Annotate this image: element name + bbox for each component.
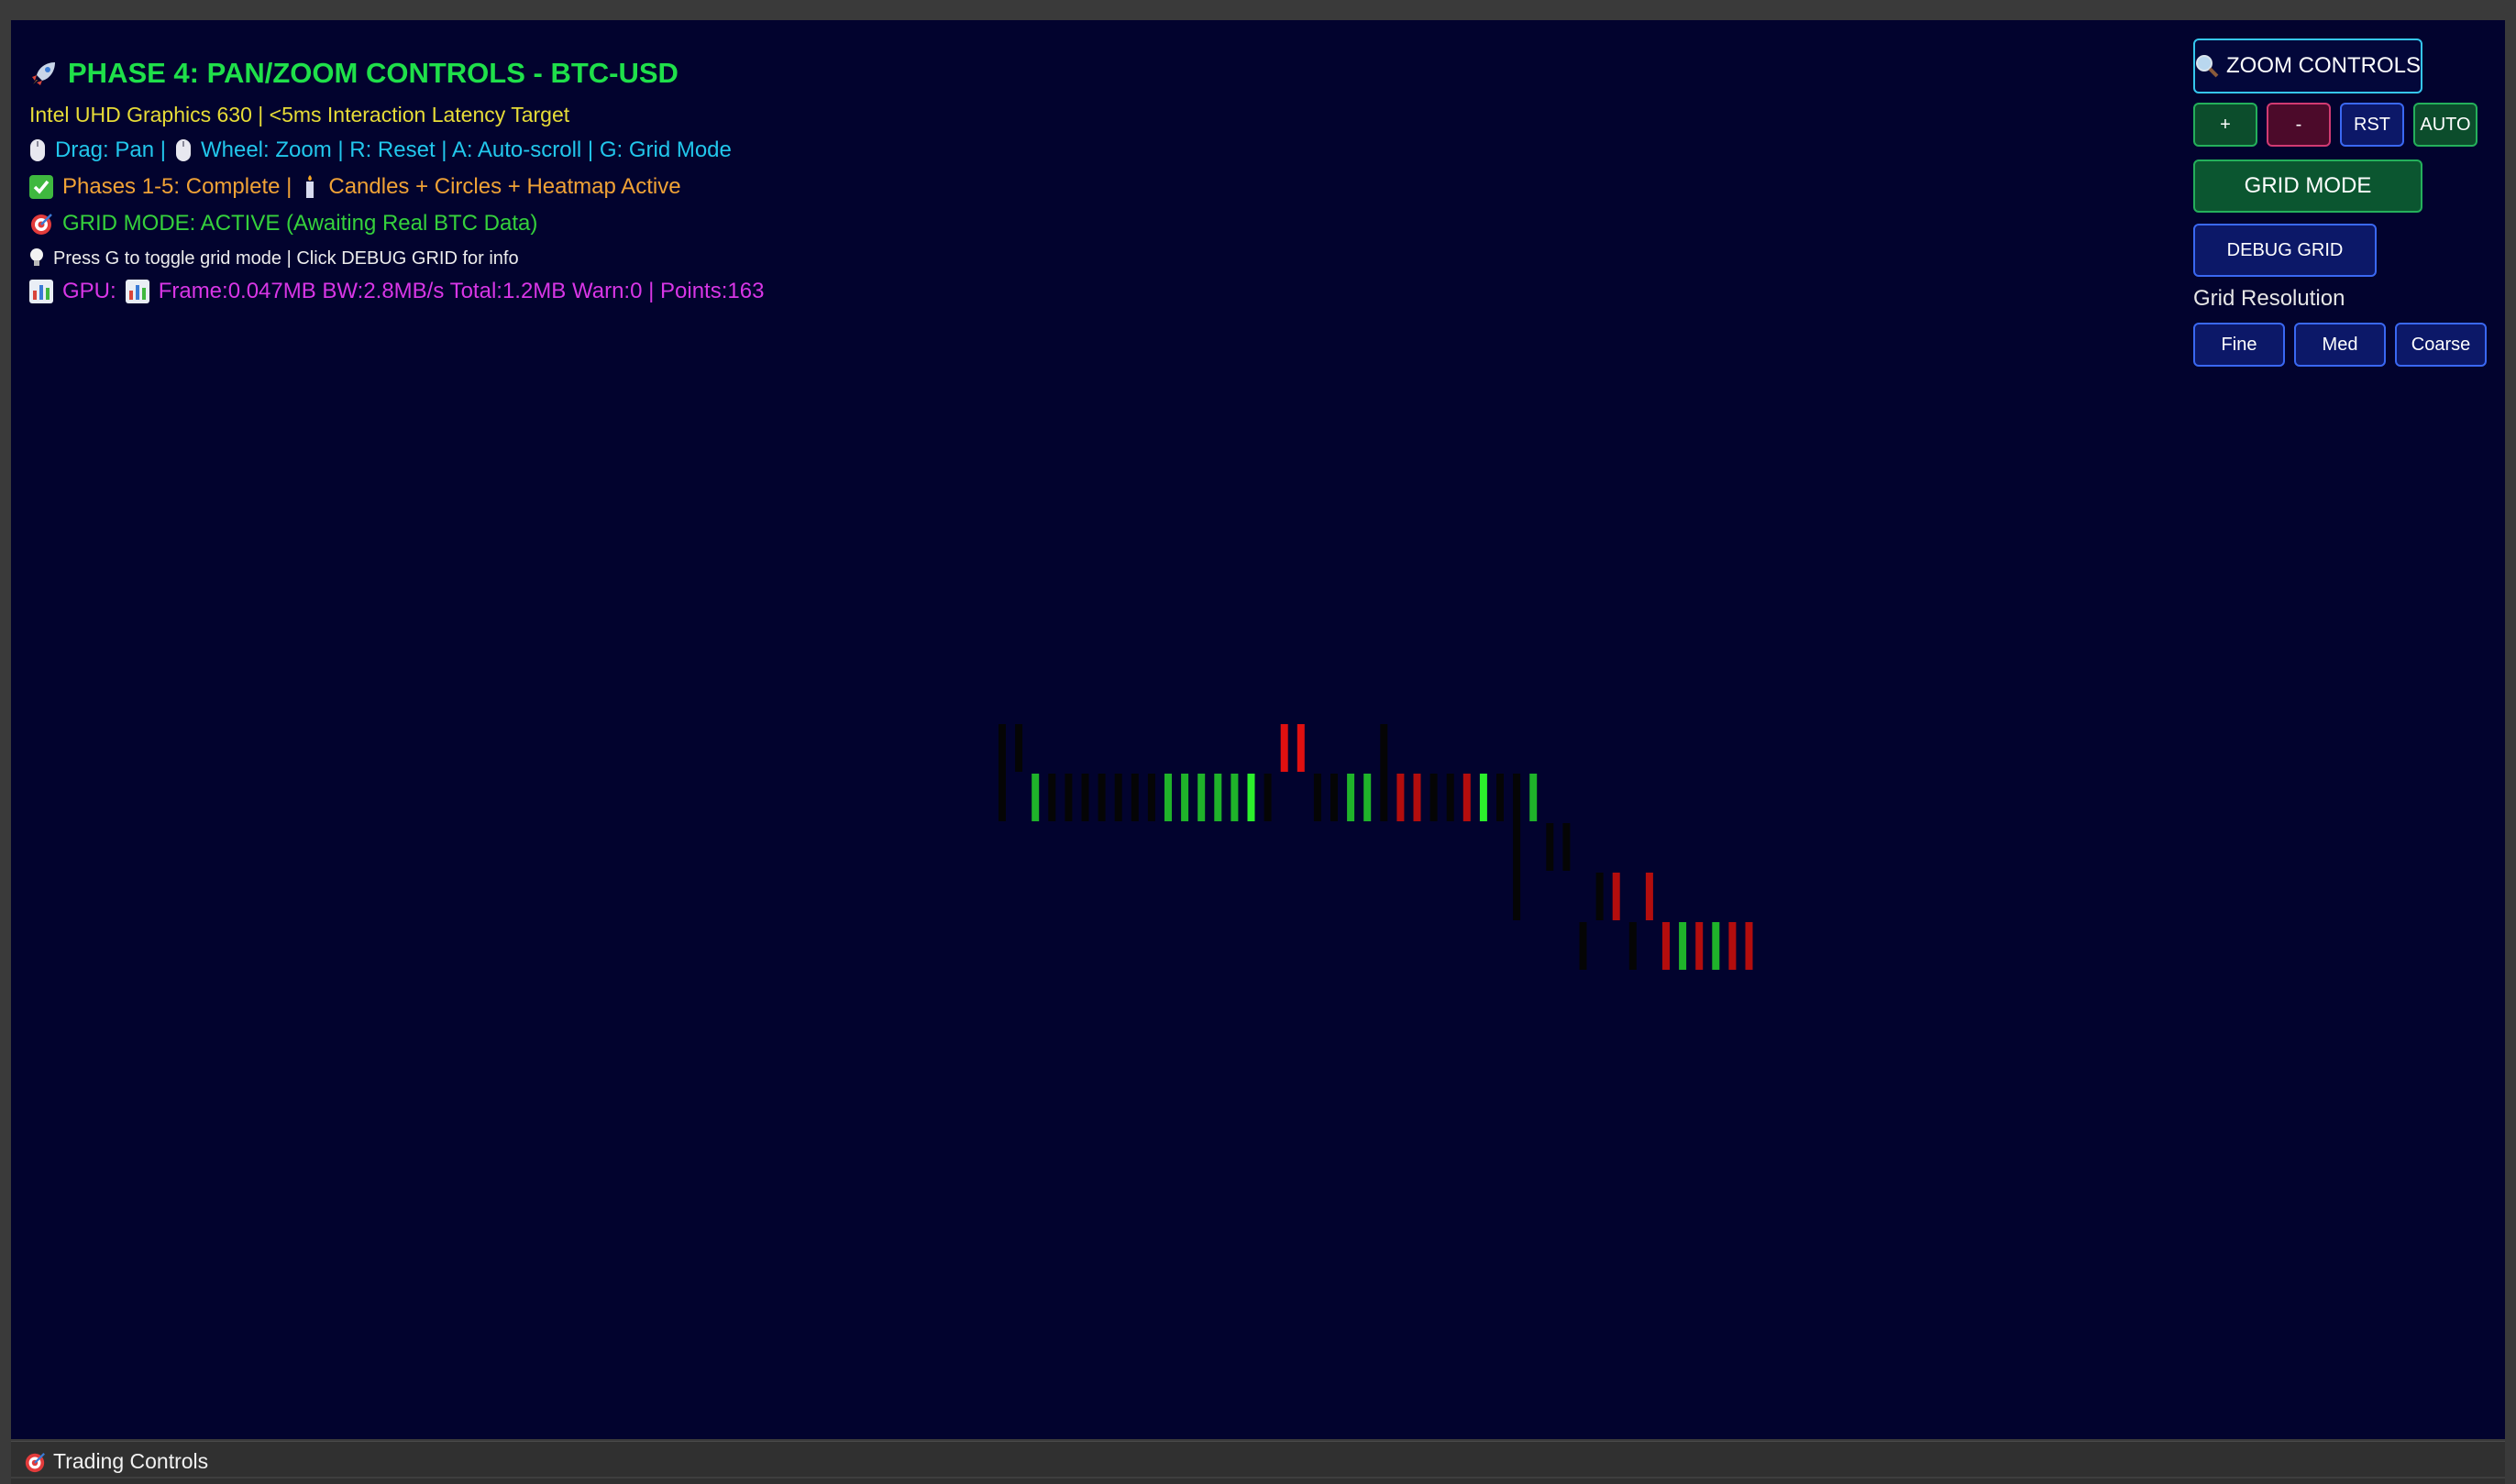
heatmap-cell: [1396, 774, 1405, 821]
heatmap-cell: [1595, 873, 1604, 920]
gpu-label: GPU:: [62, 279, 116, 303]
heatmap-cell: [1098, 774, 1106, 821]
heatmap-cell: [1264, 774, 1272, 821]
resolution-med-button[interactable]: Med: [2294, 323, 2386, 367]
heatmap-cell: [1081, 774, 1089, 821]
page-title: PHASE 4: PAN/ZOOM CONTROLS - BTC-USD: [29, 57, 679, 90]
heatmap-cell: [1230, 774, 1239, 821]
heatmap-cell: [1197, 774, 1206, 821]
mouse-icon: [175, 138, 192, 162]
heatmap-cell: [1462, 774, 1471, 821]
target-icon: [29, 212, 53, 236]
heatmap-cell: [1363, 774, 1372, 821]
zoom-controls-label: ZOOM CONTROLS: [2226, 53, 2422, 78]
debug-grid-button[interactable]: DEBUG GRID: [2193, 224, 2377, 277]
gpu-stats: GPU: Frame:0.047MB BW:2.8MB/s Total:1.2M…: [29, 279, 764, 304]
zoom-in-button[interactable]: +: [2193, 103, 2257, 147]
gpu-stats-text: Frame:0.047MB BW:2.8MB/s Total:1.2MB War…: [158, 279, 765, 303]
heatmap-cell: [1247, 774, 1255, 821]
heatmap-cell: [999, 724, 1006, 821]
heatmap-cell: [1479, 774, 1487, 821]
heatmap-cell: [1513, 774, 1521, 920]
heatmap-cell: [1032, 774, 1040, 821]
zoom-controls-button[interactable]: ZOOM CONTROLS: [2193, 38, 2422, 93]
zoom-out-button[interactable]: -: [2267, 103, 2331, 147]
heatmap-cell: [1413, 774, 1421, 821]
heatmap-cell: [1313, 774, 1321, 821]
auto-scroll-button[interactable]: AUTO: [2413, 103, 2477, 147]
heatmap-cell: [1114, 774, 1122, 821]
heatmap-cell: [1131, 774, 1139, 821]
chart-viewport[interactable]: PHASE 4: PAN/ZOOM CONTROLS - BTC-USD Int…: [11, 20, 2505, 1439]
heatmap-cell: [1662, 922, 1670, 970]
check-mark-icon: [29, 175, 53, 199]
heatmap-cell: [1529, 774, 1538, 821]
heatmap-cell: [1164, 774, 1172, 821]
phases-text: Phases 1-5: Complete |: [62, 174, 292, 199]
mouse-icon: [29, 138, 46, 162]
grid-mode-status: GRID MODE: ACTIVE (Awaiting Real BTC Dat…: [29, 211, 537, 236]
resolution-fine-button[interactable]: Fine: [2193, 323, 2285, 367]
heatmap-cell: [1015, 724, 1023, 772]
reset-button[interactable]: RST: [2340, 103, 2404, 147]
heatmap-cell: [1446, 774, 1454, 821]
grid-resolution-label: Grid Resolution: [2193, 286, 2345, 311]
heatmap-cell: [1429, 774, 1438, 821]
heatmap-cell: [1628, 922, 1637, 970]
resolution-coarse-button[interactable]: Coarse: [2395, 323, 2487, 367]
trading-controls-toggle[interactable]: Trading Controls: [24, 1449, 208, 1474]
heatmap-cell: [1147, 774, 1155, 821]
heatmap-cell: [1645, 873, 1653, 920]
heatmap-cell: [1065, 774, 1073, 821]
heatmap-cell: [1496, 774, 1504, 821]
heatmap-cell: [1612, 873, 1620, 920]
drag-hint: Drag: Pan |: [55, 137, 166, 162]
heatmap-cell: [1712, 922, 1720, 970]
grid-status-text: GRID MODE: ACTIVE (Awaiting Real BTC Dat…: [62, 211, 538, 236]
heatmap-cell: [1048, 774, 1056, 821]
heatmap-cell: [1214, 774, 1222, 821]
wheel-hint: Wheel: Zoom | R: Reset | A: Auto-scroll …: [200, 137, 732, 162]
heatmap-cell: [1546, 823, 1554, 871]
heatmap-cell: [1347, 774, 1355, 821]
candle-icon: [301, 174, 319, 200]
divider: [11, 1477, 2505, 1479]
heatmap-cell: [1330, 774, 1338, 821]
rocket-icon: [29, 59, 59, 88]
target-icon: [24, 1451, 46, 1473]
heatmap-cell: [1280, 724, 1288, 772]
gpu-subtitle: Intel UHD Graphics 630 | <5ms Interactio…: [29, 103, 570, 126]
heatmap-cell: [1181, 774, 1189, 821]
controls-hint: Drag: Pan | Wheel: Zoom | R: Reset | A: …: [29, 137, 732, 163]
heatmap-cell: [1562, 823, 1571, 871]
heatmap-cell: [1728, 922, 1737, 970]
trading-controls-label: Trading Controls: [53, 1449, 209, 1473]
tip-text: Press G to toggle grid mode | Click DEBU…: [53, 247, 519, 269]
heatmap-cell: [1297, 724, 1305, 772]
grid-mode-button[interactable]: GRID MODE: [2193, 159, 2422, 213]
magnifier-icon: [2195, 54, 2219, 78]
layers-text: Candles + Circles + Heatmap Active: [328, 174, 681, 199]
phases-status: Phases 1-5: Complete | Candles + Circles…: [29, 174, 681, 200]
trading-controls-bar[interactable]: Trading Controls: [11, 1441, 2505, 1484]
heatmap-cell: [1380, 724, 1388, 821]
grid-tip: Press G to toggle grid mode | Click DEBU…: [29, 247, 519, 269]
bar-chart-icon: [29, 280, 53, 303]
heatmap-cell: [1679, 922, 1687, 970]
heatmap-cell: [1579, 922, 1587, 970]
lightbulb-icon: [29, 247, 44, 269]
heatmap-cell: [1745, 922, 1753, 970]
bar-chart-icon: [125, 280, 149, 303]
title-text: PHASE 4: PAN/ZOOM CONTROLS - BTC-USD: [68, 57, 679, 89]
heatmap-cell: [1695, 922, 1704, 970]
